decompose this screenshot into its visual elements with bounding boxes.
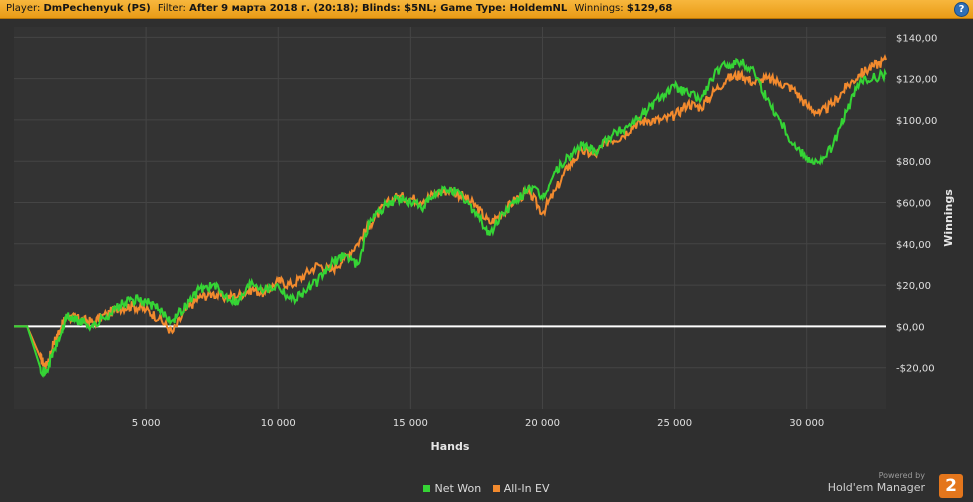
y-tick-label: $100,00 bbox=[896, 116, 937, 127]
x-tick-label: 10 000 bbox=[261, 418, 296, 429]
y-tick-label: $20,00 bbox=[896, 281, 931, 292]
player-label: Player: bbox=[6, 3, 41, 14]
all-in-ev-swatch bbox=[492, 485, 500, 492]
legend-item-net-won[interactable]: Net Won bbox=[423, 482, 481, 495]
y-tick-label: $120,00 bbox=[896, 75, 937, 86]
x-tick-label: 25 000 bbox=[657, 418, 692, 429]
y-tick-label: $80,00 bbox=[896, 157, 931, 168]
help-icon[interactable]: ? bbox=[954, 2, 969, 17]
player-value: DmPechenyuk (PS) bbox=[43, 3, 151, 14]
y-tick-label: $60,00 bbox=[896, 199, 931, 210]
filter-bar: Player: DmPechenyuk (PS) Filter: After 9… bbox=[0, 0, 973, 19]
powered-by-text: Powered by bbox=[878, 471, 925, 480]
winnings-value: $129,68 bbox=[626, 3, 673, 14]
product-name: Hold'em Manager bbox=[827, 481, 925, 494]
filter-label: Filter: bbox=[157, 3, 186, 14]
x-tick-label: 5 000 bbox=[132, 418, 161, 429]
x-tick-label: 30 000 bbox=[789, 418, 824, 429]
winnings-label: Winnings: bbox=[574, 3, 624, 14]
x-axis-title: Hands bbox=[431, 440, 470, 453]
y-axis-title: Winnings bbox=[942, 189, 955, 247]
x-tick-label: 15 000 bbox=[393, 418, 428, 429]
y-tick-label: $40,00 bbox=[896, 240, 931, 251]
legend-item-all-in-ev[interactable]: All-In EV bbox=[492, 482, 550, 495]
legend-all-in-ev-label: All-In EV bbox=[503, 482, 550, 495]
x-tick-label: 20 000 bbox=[525, 418, 560, 429]
net-won-swatch bbox=[423, 485, 431, 492]
legend-net-won-label: Net Won bbox=[434, 482, 482, 495]
winnings-graph: -$20,00 $0,00 $20,00 $40,00 $60,00 $80,00 $100… bbox=[14, 27, 955, 453]
y-tick-label: $0,00 bbox=[896, 322, 925, 333]
x-axis: 5 000 10 000 15 000 20 000 25 000 30 000 bbox=[132, 418, 824, 429]
hm2-logo-icon: 2 bbox=[939, 474, 963, 498]
y-axis: -$20,00 $0,00 $20,00 $40,00 $60,00 $80,00 $100… bbox=[896, 33, 937, 374]
filter-value: After 9 марта 2018 г. (20:18); Blinds: $… bbox=[189, 3, 568, 14]
y-tick-label: $140,00 bbox=[896, 33, 937, 44]
y-tick-label: -$20,00 bbox=[896, 364, 935, 375]
